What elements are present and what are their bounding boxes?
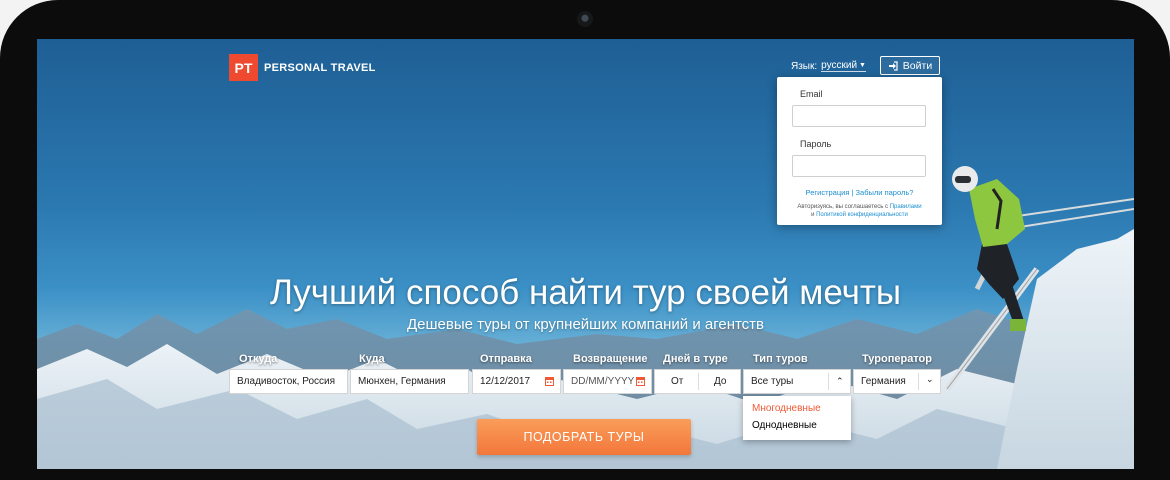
operator-value: Германия	[861, 376, 906, 387]
logo-text: PERSONAL TRAVEL	[264, 61, 376, 74]
language-switcher: Язык: русский ▼	[791, 60, 866, 72]
brand-logo[interactable]: PT PERSONAL TRAVEL	[229, 54, 376, 81]
tour-type-dropdown: Многодневные Однодневные	[743, 396, 851, 440]
terms-and: и	[811, 212, 815, 218]
forgot-password-link[interactable]: Забыли пароль?	[856, 188, 914, 197]
tour-type-option[interactable]: Многодневные	[743, 400, 851, 417]
depart-date-field[interactable]: 12/12/2017	[472, 369, 561, 394]
email-field[interactable]	[792, 105, 926, 127]
hero-title: Лучший способ найти тур своей мечты	[269, 273, 902, 312]
to-value: Мюнхен, Германия	[358, 376, 446, 387]
from-field[interactable]: Владивосток, Россия	[229, 369, 348, 394]
days-divider	[698, 373, 699, 390]
to-field[interactable]: Мюнхен, Германия	[350, 369, 469, 394]
language-label: Язык:	[791, 60, 818, 72]
terms-prefix: Авторизуясь, вы соглашаетесь с	[797, 204, 889, 210]
from-value: Владивосток, Россия	[237, 376, 336, 387]
camera-dot	[577, 11, 593, 27]
caret-down-icon: ▼	[859, 62, 866, 69]
find-tours-button[interactable]: ПОДОБРАТЬ ТУРЫ	[477, 419, 691, 455]
password-label: Пароль	[800, 139, 832, 149]
email-label: Email	[800, 89, 823, 99]
hero-subtitle: Дешевые туры от крупнейших компаний и аг…	[406, 316, 765, 333]
language-select[interactable]: русский ▼	[821, 60, 866, 72]
return-placeholder: DD/MM/YYYY	[571, 376, 635, 387]
calendar-icon	[636, 377, 645, 386]
sign-in-icon	[888, 60, 898, 71]
privacy-policy-link[interactable]: Политикой конфиденциальности	[816, 212, 908, 218]
website-screen: PT PERSONAL TRAVEL Язык: русский ▼ Войти…	[37, 39, 1134, 469]
select-divider	[828, 373, 829, 390]
tour-type-value: Все туры	[751, 376, 794, 387]
login-button[interactable]: Войти	[880, 56, 940, 75]
login-button-label: Войти	[902, 59, 933, 72]
tour-type-option[interactable]: Однодневные	[743, 417, 851, 434]
days-field: От До	[654, 369, 741, 394]
from-label: Откуда	[239, 353, 278, 365]
days-from-input[interactable]: От	[671, 376, 683, 387]
calendar-icon	[545, 377, 554, 386]
chevron-up-icon: ⌃	[836, 376, 844, 386]
days-to-input[interactable]: До	[714, 376, 726, 387]
language-value: русский	[821, 60, 858, 71]
depart-label: Отправка	[480, 353, 532, 365]
depart-value: 12/12/2017	[480, 376, 531, 387]
logo-badge: PT	[229, 54, 258, 81]
link-separator: |	[851, 188, 854, 197]
to-label: Куда	[359, 353, 385, 365]
return-label: Возвращение	[573, 353, 648, 365]
days-label: Дней в туре	[663, 353, 728, 365]
return-date-field[interactable]: DD/MM/YYYY	[563, 369, 652, 394]
tour-type-label: Тип туров	[753, 353, 808, 365]
operator-select[interactable]: Германия ⌄	[853, 369, 941, 394]
tour-type-select[interactable]: Все туры ⌃	[743, 369, 851, 394]
password-field[interactable]	[792, 155, 926, 177]
register-link[interactable]: Регистрация	[806, 188, 850, 197]
select-divider	[918, 373, 919, 390]
operator-label: Туроператор	[862, 353, 932, 365]
chevron-down-icon: ⌄	[926, 374, 934, 384]
